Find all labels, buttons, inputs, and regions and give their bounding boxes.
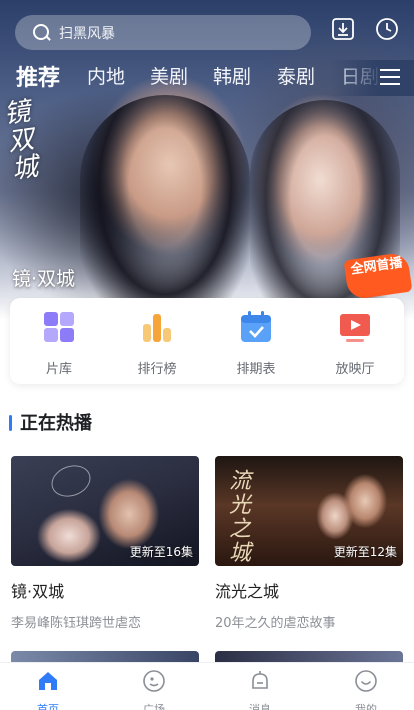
drama-subtitle: 李易峰陈钰琪跨世虐恋: [11, 616, 142, 631]
section-accent-bar: [9, 415, 12, 431]
calendar-icon: [241, 311, 271, 342]
quick-link-label: 排期表: [236, 362, 276, 377]
hero-figure-left: [80, 95, 250, 320]
nav-plaza[interactable]: 广场: [124, 669, 184, 710]
search-bar[interactable]: 扫黑风暴: [15, 15, 311, 50]
nav-label: 我的: [355, 703, 377, 710]
tab-us-drama[interactable]: 美剧: [150, 62, 188, 89]
quick-link-label: 片库: [45, 362, 72, 377]
history-icon[interactable]: [375, 17, 399, 41]
tab-thai-drama[interactable]: 泰剧: [277, 62, 315, 89]
nav-profile[interactable]: 我的: [336, 669, 396, 710]
bottom-nav: 首页 广场 消息 我的: [0, 662, 414, 710]
premiere-badge: 全网首播: [343, 251, 413, 301]
smile-icon: [355, 670, 377, 692]
grid-icon: [44, 312, 74, 342]
thumbnail-ornament: [47, 460, 95, 502]
drama-thumbnail[interactable]: 流光之城 更新至12集: [215, 456, 403, 566]
drama-thumbnail[interactable]: 更新至16集: [11, 456, 199, 566]
drama-subtitle: 20年之久的虐恋故事: [215, 616, 336, 631]
planet-icon: [143, 670, 165, 692]
drama-title[interactable]: 流光之城: [215, 578, 403, 602]
nav-label: 首页: [37, 703, 59, 710]
search-placeholder: 扫黑风暴: [59, 25, 115, 42]
search-icon: [33, 23, 51, 42]
home-icon: [39, 672, 57, 690]
thumbnail-title-art: 流光之城: [229, 469, 252, 566]
quick-link-schedule[interactable]: 排期表: [216, 310, 296, 377]
hero-title: 镜·双城: [12, 268, 76, 290]
quick-link-label: 放映厅: [335, 362, 375, 377]
episode-tag: 更新至12集: [333, 545, 397, 559]
drama-title[interactable]: 镜·双城: [11, 578, 199, 602]
bar-chart-icon: [143, 314, 171, 342]
tab-recommended[interactable]: 推荐: [16, 60, 60, 92]
tab-fade-overlay: [330, 60, 414, 96]
nav-label: 消息: [249, 703, 271, 710]
quick-link-label: 排行榜: [137, 362, 177, 377]
quick-link-ranking[interactable]: 排行榜: [117, 310, 197, 377]
bell-icon: [252, 671, 268, 689]
tab-menu-icon[interactable]: [380, 69, 400, 87]
nav-messages[interactable]: 消息: [230, 669, 290, 710]
download-icon[interactable]: [331, 17, 355, 41]
section-title: 正在热播: [20, 413, 92, 434]
nav-label: 广场: [143, 703, 165, 710]
drama-card[interactable]: 更新至16集 镜·双城 李易峰陈钰琪跨世虐恋: [11, 456, 199, 631]
hero-calligraphy-logo: 镜双城: [2, 96, 40, 186]
episode-tag: 更新至16集: [129, 545, 193, 559]
tab-mainland[interactable]: 内地: [87, 62, 125, 89]
drama-card[interactable]: 流光之城 更新至12集 流光之城 20年之久的虐恋故事: [215, 456, 403, 631]
quick-link-library[interactable]: 片库: [19, 310, 99, 377]
play-screen-icon: [340, 314, 370, 342]
quick-links-panel: 片库 排行榜 排期表 放映厅: [10, 298, 404, 384]
nav-home[interactable]: 首页: [18, 669, 78, 710]
quick-link-theater[interactable]: 放映厅: [315, 310, 395, 377]
tab-k-drama[interactable]: 韩剧: [213, 62, 251, 89]
